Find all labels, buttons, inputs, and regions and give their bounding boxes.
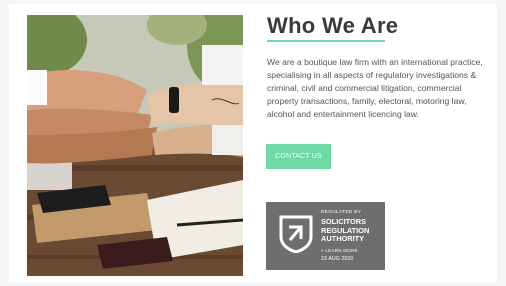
sra-badge[interactable]: REGULATED BY SOLICITORS REGULATION AUTHO… [266,202,385,270]
badge-date: 23 AUG 2020 [321,256,354,262]
title-underline [267,40,385,42]
contact-us-button[interactable]: CONTACT US [266,144,331,169]
badge-organisation: SOLICITORS REGULATION AUTHORITY [321,217,370,244]
sra-shield-icon [279,215,313,258]
team-hands-photo [27,15,243,276]
section-description: We are a boutique law firm with an inter… [267,57,483,120]
badge-learn-more-link[interactable]: > LEARN MORE [321,248,358,253]
section-title: Who We Are [267,13,399,38]
badge-regulated-by: REGULATED BY [321,210,362,215]
